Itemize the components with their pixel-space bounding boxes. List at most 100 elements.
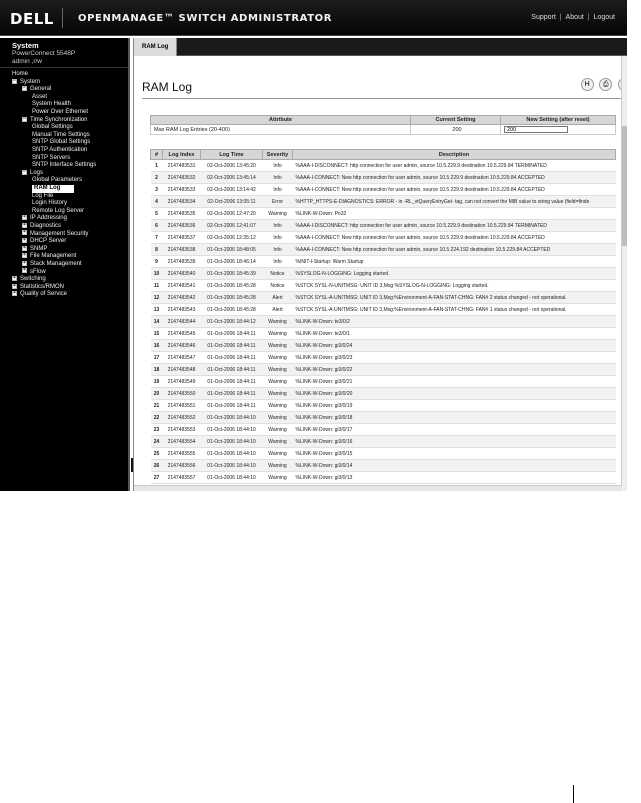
nav-item[interactable]: SNTP Interface Settings	[0, 162, 128, 170]
nav-item[interactable]: + Statistics/RMON	[0, 283, 128, 292]
nav-item[interactable]: SNTP Global Settings	[0, 139, 128, 147]
expand-icon[interactable]: +	[12, 276, 17, 282]
log-index: 2147483534	[162, 195, 201, 208]
log-index-header: Log Index	[162, 149, 201, 160]
expand-icon[interactable]: +	[22, 260, 27, 266]
nav-item[interactable]: − System	[0, 78, 128, 87]
severity: Warning	[262, 411, 293, 424]
row-number: 22	[150, 411, 163, 424]
nav-item[interactable]: + sFlow	[0, 268, 128, 276]
nav-item[interactable]: + Switching	[0, 276, 128, 284]
nav-item[interactable]: + Management Security	[0, 230, 128, 238]
nav-item[interactable]: System Health	[0, 101, 128, 109]
nav-item[interactable]: + DHCP Server	[0, 238, 128, 246]
nav-item[interactable]: + SNMP	[0, 245, 128, 254]
vertical-scrollbar[interactable]	[621, 56, 627, 491]
nav-item[interactable]: − Time Synchronization	[0, 116, 128, 125]
log-time: 02-Oct-2006 13:45:20	[200, 159, 263, 172]
description: %LINK-W-Down: gi3/0/15	[292, 447, 616, 460]
expand-icon[interactable]: +	[12, 291, 17, 297]
row-number: 14	[150, 315, 163, 328]
expand-icon[interactable]: +	[22, 215, 27, 221]
expand-icon[interactable]: +	[12, 283, 17, 289]
expand-icon[interactable]: +	[22, 238, 27, 244]
description: %AAA-I-CONNECT: New http connection for …	[292, 171, 616, 184]
log-index: 2147483543	[162, 303, 201, 316]
logout-link[interactable]: Logout	[594, 14, 615, 21]
log-time: 01-Oct-2006 18:44:10	[200, 447, 263, 460]
expand-icon[interactable]: +	[22, 268, 27, 274]
nav-item[interactable]: Login History	[0, 200, 128, 208]
collapse-icon[interactable]: −	[12, 78, 17, 84]
top-links: Support | About | Logout	[531, 14, 615, 21]
nav-item-label: SNTP Interface Settings	[32, 162, 97, 169]
description: %AAA-I-DISCONNECT: http connection for u…	[292, 159, 616, 172]
attribute-name: Max RAM Log Entries (20-400)	[150, 124, 411, 135]
collapse-icon[interactable]: −	[22, 86, 27, 92]
table-row: 18 2147483548 01-Oct-2006 18:44:11 Warning%…	[150, 363, 616, 376]
about-link[interactable]: About	[566, 14, 584, 21]
page-title: RAM Log	[142, 80, 193, 94]
nav-item-label: SNTP Servers	[32, 154, 71, 161]
description: %LINK-W-Down: te3/0/1	[292, 327, 616, 340]
severity: Info	[262, 219, 293, 232]
log-index: 2147483539	[162, 255, 201, 268]
nav-item[interactable]: Manual Time Settings	[0, 132, 128, 140]
system-label[interactable]: System	[12, 41, 128, 50]
support-link[interactable]: Support	[531, 14, 556, 21]
log-index: 2147483537	[162, 231, 201, 244]
max-entries-input[interactable]	[504, 126, 568, 133]
log-index: 2147483535	[162, 207, 201, 220]
table-row: 10 2147483540 01-Oct-2006 18:45:39 Notice %S…	[150, 267, 616, 280]
attribute-table: Attribute Current Setting New Setting (a…	[150, 115, 616, 135]
nav-item-label: Quality of Service	[20, 291, 68, 298]
nav-item[interactable]: SNTP Servers	[0, 155, 128, 163]
nav-item[interactable]: − General	[0, 86, 128, 94]
nav-item[interactable]: + Quality of Service	[0, 291, 128, 299]
save-icon[interactable]: H	[580, 78, 594, 91]
table-row: 13 2147483543 01-Oct-2006 18:45:28 Alert %ST…	[150, 303, 616, 316]
log-index: 2147483542	[162, 291, 201, 304]
horizontal-scrollbar[interactable]	[134, 485, 622, 491]
tab-ram-log[interactable]: RAM Log	[134, 38, 178, 56]
expand-icon[interactable]: +	[22, 245, 27, 251]
title-divider	[142, 98, 622, 99]
nav-item[interactable]: + IP Addressing	[0, 215, 128, 223]
nav-item[interactable]: + Stack Management	[0, 260, 128, 269]
log-time: 02-Oct-2006 12:41:07	[200, 219, 263, 232]
nav-item[interactable]: SNTP Authentication	[0, 147, 128, 155]
nav-item[interactable]: Power Over Ethernet	[0, 109, 128, 117]
nav-item[interactable]: RAM Log	[0, 184, 128, 193]
device-model: PowerConnect 5548P	[12, 50, 76, 57]
nav-item[interactable]: Asset	[0, 94, 128, 102]
severity: Warning	[262, 423, 293, 436]
severity: Warning	[262, 399, 293, 412]
expand-icon[interactable]: +	[22, 222, 27, 228]
nav-item[interactable]: − Logs	[0, 169, 128, 178]
severity: Info	[262, 243, 293, 256]
severity: Alert	[262, 303, 293, 316]
row-number: 8	[150, 243, 163, 256]
collapse-icon[interactable]: −	[22, 169, 27, 175]
nav-item[interactable]: + File Management	[0, 253, 128, 261]
nav-item[interactable]: Home	[0, 71, 128, 79]
nav-item[interactable]: Remote Log Server	[0, 208, 128, 216]
row-number: 15	[150, 327, 163, 340]
nav-item[interactable]: Log File	[0, 193, 128, 201]
log-index: 2147483548	[162, 363, 201, 376]
nav-item[interactable]: + Diagnostics	[0, 222, 128, 231]
log-time: 01-Oct-2006 18:44:10	[200, 423, 263, 436]
scrollbar-thumb[interactable]	[622, 126, 627, 246]
collapse-icon[interactable]: −	[22, 116, 27, 122]
nav-item-label: Stack Management	[30, 260, 82, 267]
print-icon[interactable]: ⎙	[599, 78, 613, 91]
nav-item[interactable]: Global Settings	[0, 124, 128, 132]
log-time: 01-Oct-2006 18:44:11	[200, 375, 263, 388]
expand-icon[interactable]: +	[22, 253, 27, 259]
app-title: OPENMANAGE™ SWITCH ADMINISTRATOR	[78, 13, 333, 24]
nav-item[interactable]: Global Parameters	[0, 177, 128, 185]
row-number: 17	[150, 351, 163, 364]
expand-icon[interactable]: +	[22, 230, 27, 236]
severity: Info	[262, 171, 293, 184]
nav-item-label: SNTP Authentication	[32, 146, 88, 153]
